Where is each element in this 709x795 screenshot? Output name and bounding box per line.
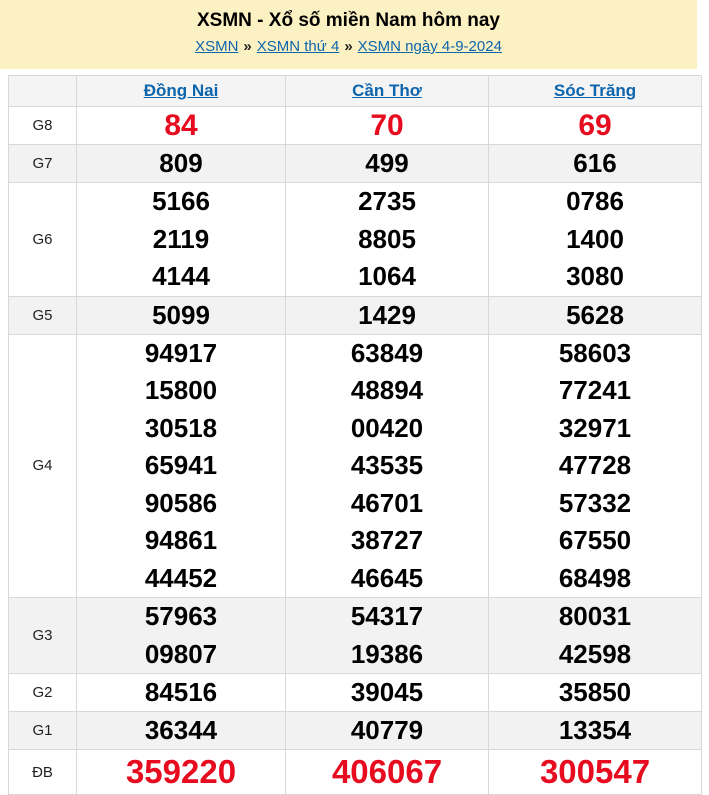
result-number: 359220 bbox=[125, 753, 237, 790]
breadcrumb-separator: » bbox=[243, 38, 252, 55]
page-title: XSMN - Xổ số miền Nam hôm nay bbox=[197, 10, 500, 31]
province-link-dong-nai[interactable]: Đồng Nai bbox=[144, 81, 219, 100]
result-number: 67550 bbox=[558, 525, 632, 555]
result-number: 13354 bbox=[558, 715, 632, 745]
result-number: 300547 bbox=[539, 753, 651, 790]
result-number: 1400 bbox=[566, 223, 624, 254]
table-row-g2: G2 84516 39045 35850 bbox=[8, 673, 702, 712]
column-header-dong-nai: Đồng Nai bbox=[76, 75, 286, 107]
result-number: 36344 bbox=[144, 715, 218, 745]
result-number: 09807 bbox=[144, 638, 218, 669]
breadcrumb-link-xsmn[interactable]: XSMN bbox=[195, 38, 238, 55]
result-number: 70 bbox=[370, 109, 404, 142]
breadcrumb: XSMN» XSMN thứ 4» XSMN ngày 4-9-2024 bbox=[0, 37, 697, 57]
result-number: 63849 bbox=[350, 337, 424, 368]
result-number: 68498 bbox=[558, 562, 632, 593]
prize-label-g2: G2 bbox=[8, 673, 77, 712]
province-link-soc-trang[interactable]: Sóc Trăng bbox=[554, 81, 636, 100]
result-number: 1064 bbox=[358, 261, 416, 291]
result-number: 42598 bbox=[558, 638, 632, 669]
result-number: 30518 bbox=[144, 412, 218, 443]
prize-label-db: ĐB bbox=[8, 749, 77, 795]
breadcrumb-separator: » bbox=[344, 38, 353, 55]
table-header-row: Đồng Nai Cần Thơ Sóc Trăng bbox=[8, 75, 702, 107]
result-number: 0786 bbox=[566, 186, 624, 216]
prize-label-g8: G8 bbox=[8, 106, 77, 145]
table-row-g5: G5 5099 1429 5628 bbox=[8, 295, 702, 335]
result-number: 19386 bbox=[350, 638, 424, 669]
prize-label-g6: G6 bbox=[8, 182, 77, 297]
result-number: 65941 bbox=[144, 450, 218, 480]
province-link-can-tho[interactable]: Cần Thơ bbox=[352, 81, 422, 100]
result-number: 44452 bbox=[144, 562, 218, 593]
table-row-g7: G7 809 499 616 bbox=[8, 144, 702, 183]
table-row-g4: G4 94917 15800 30518 65941 90586 94861 4… bbox=[8, 333, 702, 598]
result-number: 94861 bbox=[144, 525, 218, 555]
result-number: 54317 bbox=[350, 601, 424, 631]
result-number: 616 bbox=[573, 148, 617, 178]
results-section: Đồng Nai Cần Thơ Sóc Trăng G8 84 70 69 G… bbox=[8, 75, 709, 795]
result-number: 3080 bbox=[566, 261, 624, 291]
result-number: 69 bbox=[578, 109, 612, 142]
table-row-g6: G6 5166 2119 4144 2735 8805 1064 0786 14… bbox=[8, 182, 702, 297]
result-number: 90586 bbox=[144, 487, 218, 518]
result-number: 38727 bbox=[350, 525, 424, 555]
prize-label-g4: G4 bbox=[8, 333, 77, 598]
result-number: 84516 bbox=[144, 677, 218, 707]
result-number: 94917 bbox=[144, 337, 218, 368]
prize-label-g1: G1 bbox=[8, 711, 77, 750]
result-number: 00420 bbox=[350, 412, 424, 443]
table-row-g3: G3 57963 09807 54317 19386 80031 42598 bbox=[8, 597, 702, 674]
result-number: 84 bbox=[164, 109, 198, 142]
result-number: 2735 bbox=[358, 186, 416, 216]
result-number: 40779 bbox=[350, 715, 424, 745]
table-row-db: ĐB 359220 406067 300547 bbox=[8, 749, 702, 795]
result-number: 5628 bbox=[566, 299, 624, 330]
result-number: 4144 bbox=[152, 261, 210, 291]
prize-column-header bbox=[8, 75, 77, 107]
result-number: 2119 bbox=[152, 223, 210, 254]
result-number: 809 bbox=[159, 148, 203, 178]
result-number: 57963 bbox=[144, 601, 218, 631]
result-number: 15800 bbox=[144, 375, 218, 405]
result-number: 39045 bbox=[350, 677, 424, 707]
result-number: 58603 bbox=[558, 337, 632, 368]
column-header-soc-trang: Sóc Trăng bbox=[488, 75, 702, 107]
page-header: XSMN - Xổ số miền Nam hôm nay XSMN» XSMN … bbox=[0, 0, 697, 69]
breadcrumb-link-xsmn-ngay[interactable]: XSMN ngày 4-9-2024 bbox=[358, 38, 502, 55]
result-number: 47728 bbox=[558, 450, 632, 480]
result-number: 5166 bbox=[152, 186, 210, 216]
breadcrumb-link-xsmn-thu-4[interactable]: XSMN thứ 4 bbox=[257, 38, 340, 55]
result-number: 1429 bbox=[358, 299, 416, 330]
prize-label-g7: G7 bbox=[8, 144, 77, 183]
result-number: 8805 bbox=[358, 223, 416, 254]
table-row-g1: G1 36344 40779 13354 bbox=[8, 711, 702, 750]
column-header-can-tho: Cần Thơ bbox=[285, 75, 489, 107]
table-row-g8: G8 84 70 69 bbox=[8, 106, 702, 145]
result-number: 48894 bbox=[350, 375, 424, 405]
result-number: 46645 bbox=[350, 562, 424, 593]
result-number: 46701 bbox=[350, 487, 424, 518]
result-number: 43535 bbox=[350, 450, 424, 480]
result-number: 80031 bbox=[558, 601, 632, 631]
result-number: 77241 bbox=[558, 375, 632, 405]
lottery-results-table: Đồng Nai Cần Thơ Sóc Trăng G8 84 70 69 G… bbox=[8, 75, 702, 795]
result-number: 5099 bbox=[152, 299, 210, 330]
result-number: 499 bbox=[365, 148, 409, 178]
result-number: 35850 bbox=[558, 677, 632, 707]
prize-label-g5: G5 bbox=[8, 295, 77, 335]
result-number: 32971 bbox=[558, 412, 632, 443]
result-number: 406067 bbox=[331, 753, 443, 790]
result-number: 57332 bbox=[558, 487, 632, 518]
prize-label-g3: G3 bbox=[8, 597, 77, 674]
